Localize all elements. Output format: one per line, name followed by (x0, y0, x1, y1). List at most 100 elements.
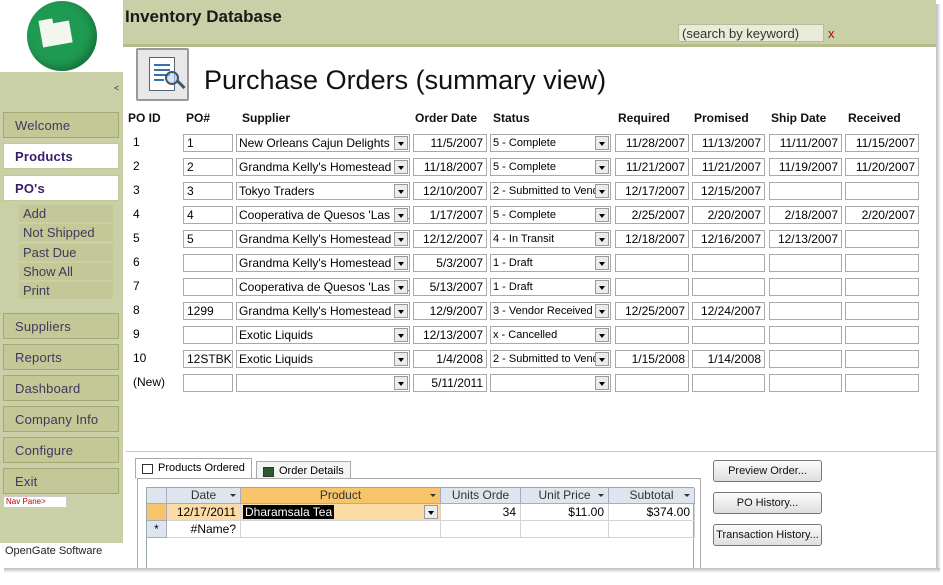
order-date-field[interactable]: 1/4/2008 (413, 350, 487, 368)
ship-date-field[interactable]: 2/18/2007 (769, 206, 842, 224)
order-date-field[interactable]: 5/11/2011 (413, 374, 487, 392)
po-number-field[interactable]: 12STBK (183, 350, 233, 368)
new-row-marker[interactable]: * (147, 521, 167, 538)
received-date-field[interactable]: 11/15/2007 (845, 134, 919, 152)
nav-sub-show-all[interactable]: Show All (19, 263, 113, 280)
po-history-button[interactable]: PO History... (713, 492, 822, 514)
order-date-field[interactable]: 5/13/2007 (413, 278, 487, 296)
ds-cell-subtotal[interactable]: $374.00 (609, 504, 695, 521)
po-number-field[interactable]: 1 (183, 134, 233, 152)
promised-date-field[interactable]: 11/13/2007 (692, 134, 765, 152)
nav-sub-past-due[interactable]: Past Due (19, 244, 113, 261)
nav-suppliers[interactable]: Suppliers (3, 313, 119, 339)
ship-date-field[interactable] (769, 326, 842, 344)
po-number-field[interactable]: 3 (183, 182, 233, 200)
promised-date-field[interactable]: 1/14/2008 (692, 350, 765, 368)
ship-date-field[interactable]: 11/11/2007 (769, 134, 842, 152)
dropdown-arrow-icon[interactable] (394, 280, 408, 294)
status-combo[interactable] (490, 374, 611, 392)
supplier-combo[interactable]: Grandma Kelly's Homestead (236, 158, 410, 176)
nav-pos[interactable]: PO's (3, 175, 119, 201)
received-date-field[interactable] (845, 302, 919, 320)
promised-date-field[interactable]: 12/24/2007 (692, 302, 765, 320)
order-date-field[interactable]: 12/10/2007 (413, 182, 487, 200)
received-date-field[interactable] (845, 254, 919, 272)
supplier-combo[interactable]: Tokyo Traders (236, 182, 410, 200)
product-dropdown-button[interactable] (424, 505, 438, 519)
dropdown-arrow-icon[interactable] (595, 160, 609, 174)
status-combo[interactable]: 1 - Draft (490, 278, 611, 296)
promised-date-field[interactable]: 2/20/2007 (692, 206, 765, 224)
dropdown-arrow-icon[interactable] (394, 232, 408, 246)
dropdown-arrow-icon[interactable] (595, 136, 609, 150)
supplier-combo[interactable]: New Orleans Cajun Delights (236, 134, 410, 152)
promised-date-field[interactable]: 11/21/2007 (692, 158, 765, 176)
tab-products-ordered[interactable]: Products Ordered (135, 458, 252, 479)
collapse-nav-button[interactable]: < (114, 83, 119, 93)
supplier-combo[interactable] (236, 374, 410, 392)
nav-products[interactable]: Products (3, 143, 119, 169)
status-combo[interactable]: 1 - Draft (490, 254, 611, 272)
promised-date-field[interactable]: 12/16/2007 (692, 230, 765, 248)
po-number-field[interactable]: 1299 (183, 302, 233, 320)
ds-cell-units[interactable] (441, 521, 521, 538)
dropdown-arrow-icon[interactable] (394, 208, 408, 222)
supplier-combo[interactable]: Exotic Liquids (236, 350, 410, 368)
dropdown-arrow-icon[interactable] (595, 328, 609, 342)
dropdown-arrow-icon[interactable] (595, 352, 609, 366)
order-date-field[interactable]: 12/9/2007 (413, 302, 487, 320)
supplier-combo[interactable]: Cooperativa de Quesos 'Las Cabras' (236, 278, 410, 296)
promised-date-field[interactable] (692, 374, 765, 392)
order-date-field[interactable]: 12/12/2007 (413, 230, 487, 248)
po-number-field[interactable]: 5 (183, 230, 233, 248)
dropdown-arrow-icon[interactable] (595, 256, 609, 270)
required-date-field[interactable]: 11/28/2007 (615, 134, 689, 152)
nav-configure[interactable]: Configure (3, 437, 119, 463)
order-date-field[interactable]: 1/17/2007 (413, 206, 487, 224)
ship-date-field[interactable] (769, 350, 842, 368)
promised-date-field[interactable]: 12/15/2007 (692, 182, 765, 200)
dropdown-arrow-icon[interactable] (394, 352, 408, 366)
order-date-field[interactable]: 11/5/2007 (413, 134, 487, 152)
po-number-field[interactable] (183, 374, 233, 392)
dropdown-arrow-icon[interactable] (595, 280, 609, 294)
status-combo[interactable]: 3 - Vendor Received (490, 302, 611, 320)
required-date-field[interactable]: 12/18/2007 (615, 230, 689, 248)
dropdown-arrow-icon[interactable] (394, 328, 408, 342)
required-date-field[interactable] (615, 278, 689, 296)
status-combo[interactable]: x - Cancelled (490, 326, 611, 344)
supplier-combo[interactable]: Grandma Kelly's Homestead (236, 302, 410, 320)
status-combo[interactable]: 2 - Submitted to Vendor (490, 182, 611, 200)
status-combo[interactable]: 5 - Complete (490, 158, 611, 176)
promised-date-field[interactable] (692, 254, 765, 272)
ship-date-field[interactable] (769, 254, 842, 272)
dropdown-arrow-icon[interactable] (595, 208, 609, 222)
transaction-history-button[interactable]: Transaction History... (713, 524, 822, 546)
search-input[interactable]: (search by keyword) (678, 24, 824, 42)
preview-order-button[interactable]: Preview Order... (713, 460, 822, 482)
po-number-field[interactable] (183, 326, 233, 344)
ds-cell-date[interactable]: #Name? (167, 521, 241, 538)
required-date-field[interactable]: 12/17/2007 (615, 182, 689, 200)
ds-header-units-ordered[interactable]: Units Orde (441, 488, 521, 504)
nav-reports[interactable]: Reports (3, 344, 119, 370)
received-date-field[interactable] (845, 374, 919, 392)
dropdown-arrow-icon[interactable] (394, 136, 408, 150)
required-date-field[interactable]: 1/15/2008 (615, 350, 689, 368)
ship-date-field[interactable]: 11/19/2007 (769, 158, 842, 176)
ship-date-field[interactable]: 12/13/2007 (769, 230, 842, 248)
ship-date-field[interactable] (769, 278, 842, 296)
required-date-field[interactable] (615, 254, 689, 272)
ds-cell-unit-price[interactable]: $11.00 (521, 504, 609, 521)
po-number-field[interactable] (183, 254, 233, 272)
nav-pane-toggle[interactable]: Nav Pane> (3, 496, 67, 508)
dropdown-arrow-icon[interactable] (595, 232, 609, 246)
required-date-field[interactable]: 12/25/2007 (615, 302, 689, 320)
nav-exit[interactable]: Exit (3, 468, 119, 494)
ds-header-subtotal[interactable]: Subtotal (609, 488, 695, 504)
dropdown-arrow-icon[interactable] (394, 160, 408, 174)
dropdown-arrow-icon[interactable] (394, 256, 408, 270)
row-selector[interactable] (147, 504, 167, 521)
order-date-field[interactable]: 5/3/2007 (413, 254, 487, 272)
dropdown-arrow-icon[interactable] (595, 376, 609, 390)
